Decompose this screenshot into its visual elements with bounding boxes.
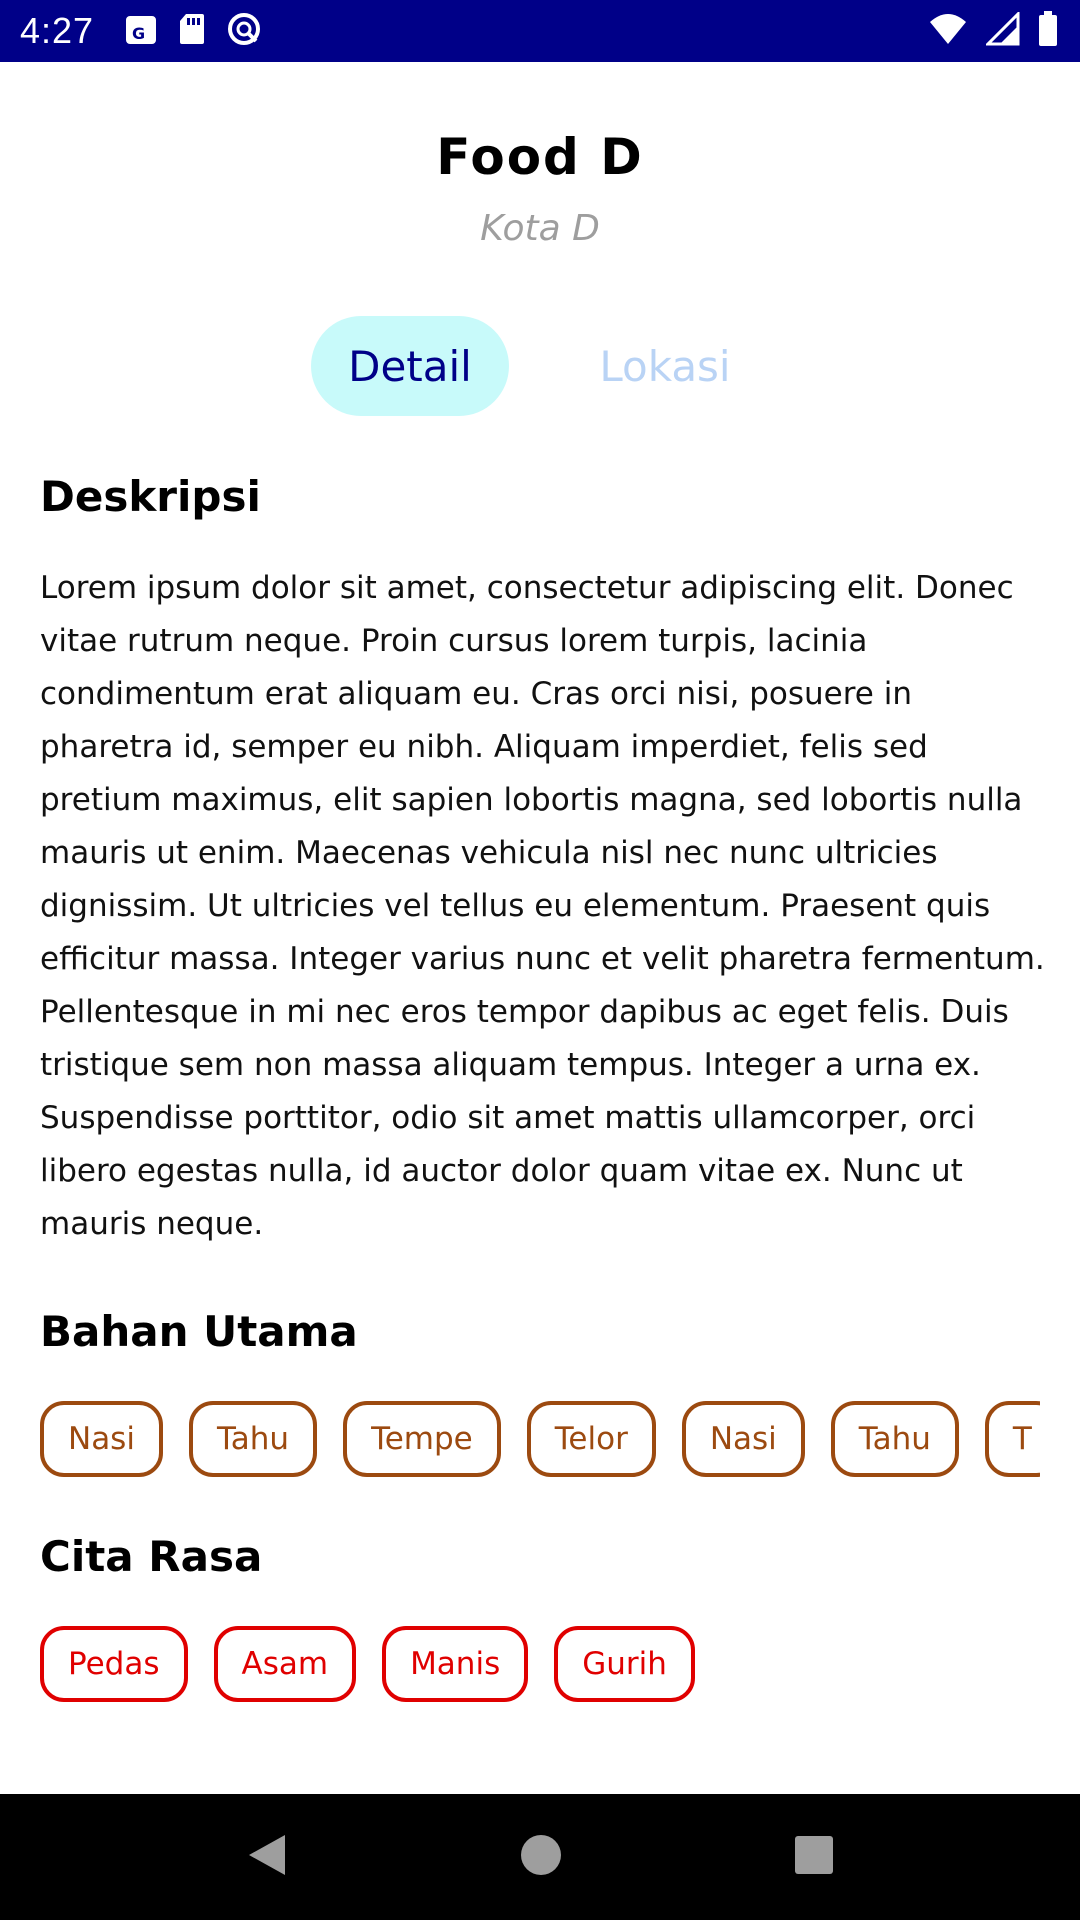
navigation-bar <box>0 1794 1080 1920</box>
description-heading: Deskripsi <box>40 472 261 521</box>
main-ingredients-heading: Bahan Utama <box>40 1307 358 1356</box>
taste-chip: Gurih <box>554 1626 695 1702</box>
taste-chip: Asam <box>213 1626 357 1702</box>
battery-icon <box>1038 11 1058 51</box>
description-text: Lorem ipsum dolor sit amet, consectetur … <box>40 570 1045 1242</box>
sd-card-icon <box>178 12 206 50</box>
ingredient-chip: Telor <box>526 1401 656 1477</box>
tab-detail[interactable]: Detail <box>311 316 509 416</box>
main-ingredients-list[interactable]: Nasi Tahu Tempe Telor Nasi Tahu T <box>40 1401 1040 1477</box>
ingredient-chip: Tahu <box>188 1401 318 1477</box>
page-title: Food D <box>436 128 644 186</box>
ingredient-chip: T <box>984 1401 1040 1477</box>
detail-screen: Food D Kota D Detail Lokasi Deskripsi Lo… <box>0 62 1080 1794</box>
ingredient-chip: Nasi <box>681 1401 805 1477</box>
data-saver-icon <box>226 11 262 51</box>
taste-chip: Pedas <box>40 1626 188 1702</box>
cell-signal-icon <box>984 10 1020 50</box>
status-time: 4:27 <box>20 10 95 51</box>
svg-text:G: G <box>132 24 145 43</box>
ingredient-chip: Tempe <box>343 1401 501 1477</box>
ingredient-chip: Nasi <box>40 1401 163 1477</box>
home-icon[interactable] <box>519 1833 563 1881</box>
back-icon[interactable] <box>245 1831 289 1883</box>
page-subtitle: Kota D <box>480 208 600 249</box>
taste-list: Pedas Asam Manis Gurih <box>40 1626 1040 1702</box>
status-bar: 4:27 G <box>0 0 1080 62</box>
recents-icon[interactable] <box>793 1834 835 1880</box>
ingredient-chip: Tahu <box>830 1401 959 1477</box>
wifi-icon <box>928 12 968 50</box>
taste-chip: Manis <box>382 1626 529 1702</box>
taste-heading: Cita Rasa <box>40 1532 263 1581</box>
tab-lokasi[interactable]: Lokasi <box>580 316 750 416</box>
maps-icon: G <box>124 3 158 50</box>
